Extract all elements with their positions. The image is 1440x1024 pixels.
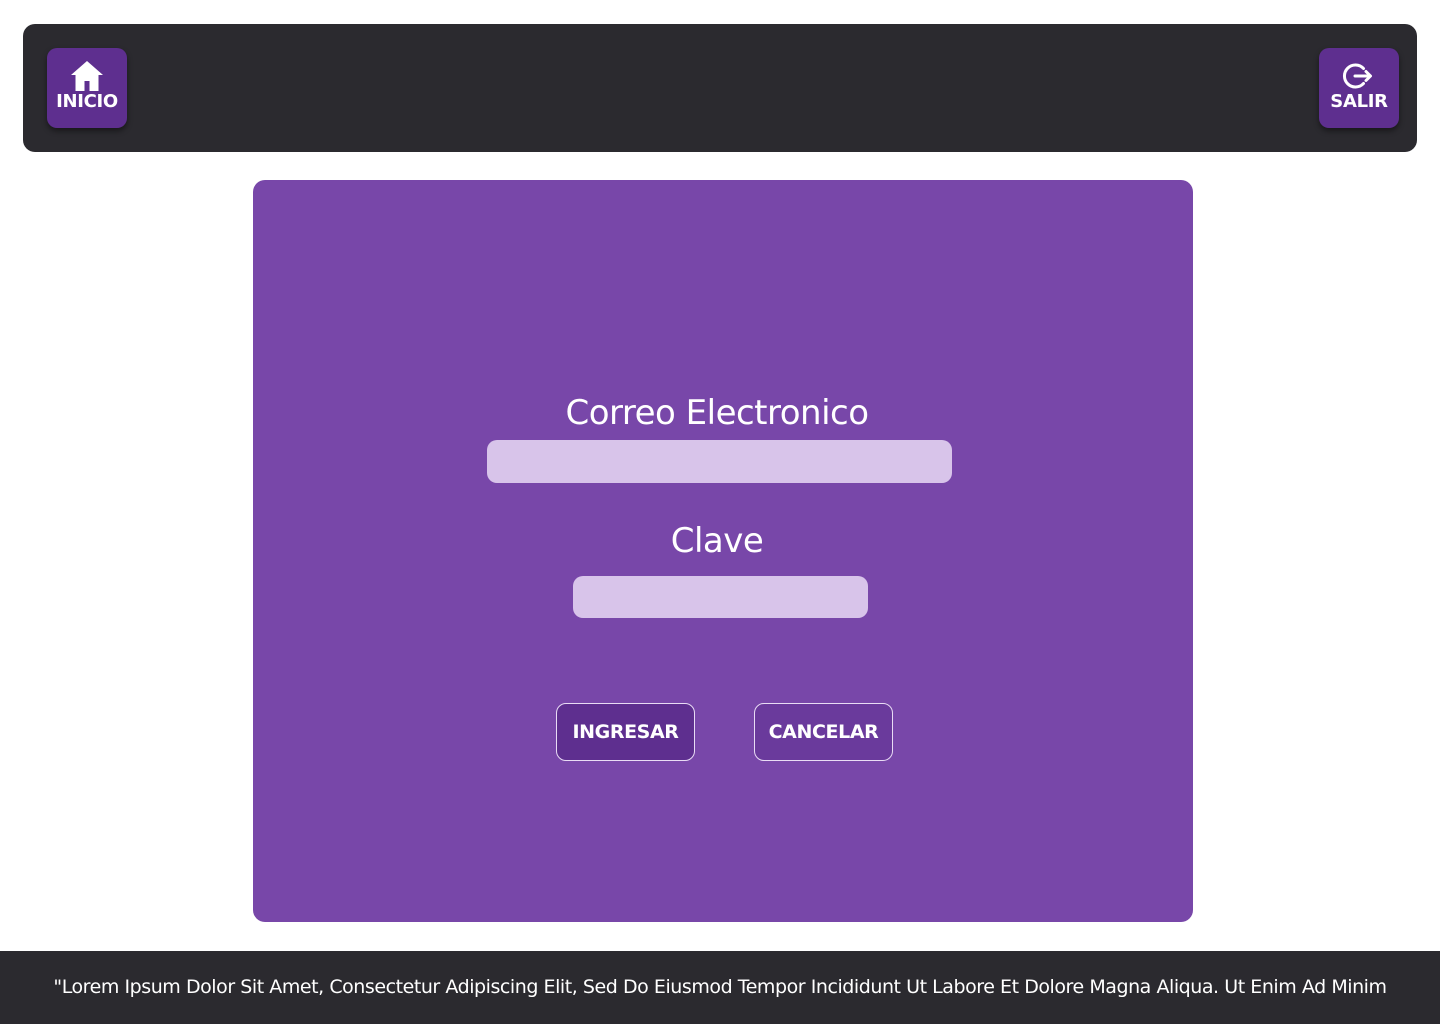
cancel-button[interactable]: CANCELAR [754,703,893,761]
password-input[interactable] [573,576,868,618]
login-button[interactable]: INGRESAR [556,703,695,761]
login-card: Correo Electronico Clave INGRESAR CANCEL… [253,180,1193,922]
logout-icon [1342,60,1376,92]
footer: "Lorem Ipsum Dolor Sit Amet, Consectetur… [0,951,1440,1024]
home-icon [70,60,104,92]
home-button[interactable]: INICIO [47,48,127,128]
email-label: Correo Electronico [565,393,869,433]
password-label: Clave [670,521,764,561]
exit-button[interactable]: SALIR [1319,48,1399,128]
email-input[interactable] [487,440,952,483]
home-button-label: INICIO [56,91,118,112]
top-navigation-bar: INICIO SALIR [23,24,1417,152]
footer-text: "Lorem Ipsum Dolor Sit Amet, Consectetur… [53,975,1387,998]
exit-button-label: SALIR [1330,91,1388,112]
